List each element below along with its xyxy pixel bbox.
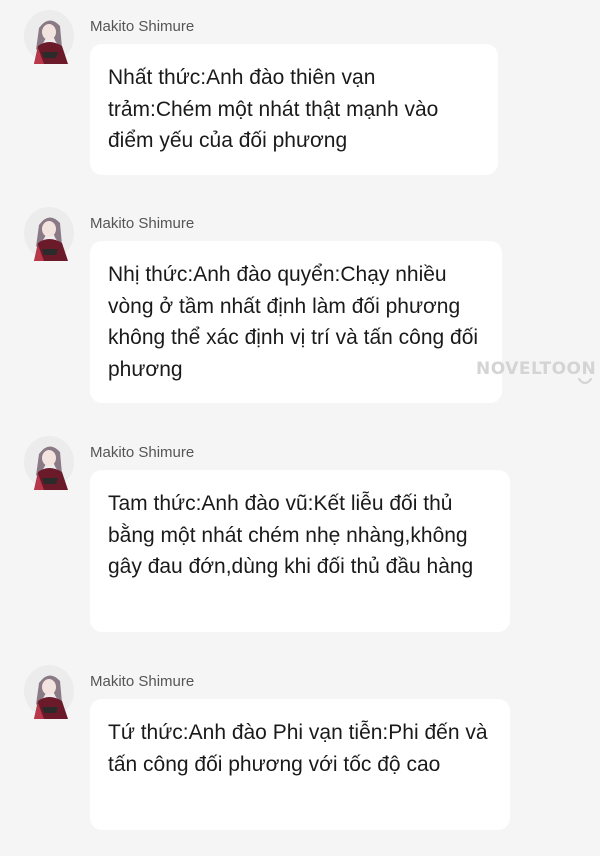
anime-character-avatar-icon[interactable] — [22, 8, 78, 64]
sender-name: Makito Shimure — [90, 673, 195, 690]
message-bubble: Nhị thức:Anh đào quyển:Chạy nhiều vòng ở… — [90, 241, 502, 403]
anime-character-avatar-icon[interactable] — [22, 205, 78, 261]
smile-icon — [578, 378, 592, 385]
noveltoon-watermark: NOVELTOON — [476, 359, 597, 379]
message-bubble: Tứ thức:Anh đào Phi vạn tiễn:Phi đến và … — [90, 699, 510, 830]
message-bubble: Nhất thức:Anh đào thiên vạn trảm:Chém mộ… — [90, 44, 498, 175]
sender-name: Makito Shimure — [90, 444, 195, 461]
message-bubble: Tam thức:Anh đào vũ:Kết liễu đối thủ bằn… — [90, 470, 510, 632]
anime-character-avatar-icon[interactable] — [22, 434, 78, 490]
sender-name: Makito Shimure — [90, 215, 195, 232]
sender-name: Makito Shimure — [90, 18, 195, 35]
anime-character-avatar-icon[interactable] — [22, 663, 78, 719]
